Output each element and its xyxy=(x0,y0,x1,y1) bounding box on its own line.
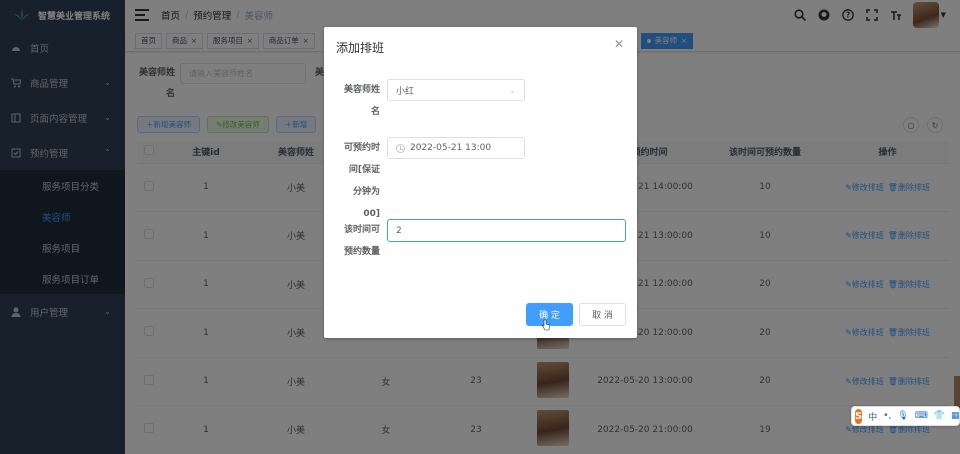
skin-icon[interactable]: 👕 xyxy=(934,411,945,421)
available-time-label: 可预约时间[保证分钟为00] xyxy=(343,143,380,219)
available-count-label: 该时间可预约数量 xyxy=(343,225,380,257)
clock-icon xyxy=(396,143,405,153)
close-icon[interactable]: ✕ xyxy=(614,37,624,51)
ime-mode[interactable]: 中 xyxy=(868,410,877,423)
available-count-input[interactable]: 2 xyxy=(387,219,626,242)
ime-toolbar: S 中 •, 🎙 ⌨ 👕 ▦ xyxy=(851,406,960,426)
toolbox-icon[interactable]: ▦ xyxy=(951,411,960,421)
ime-logo[interactable]: S xyxy=(855,408,863,424)
available-time-picker[interactable]: 2022-05-21 13:00 xyxy=(387,137,525,159)
add-schedule-dialog: 添加排班 ✕ 美容师姓名 小红 ⌄ 可预约时间[保证分钟为00] 2022-05… xyxy=(324,27,637,338)
beautician-select[interactable]: 小红 ⌄ xyxy=(387,79,525,101)
select-value: 小红 xyxy=(396,86,415,97)
chevron-down-icon: ⌄ xyxy=(509,85,516,95)
count-value: 2 xyxy=(396,225,402,236)
hand-cursor-icon xyxy=(542,319,550,331)
beautician-name-label: 美容师姓名 xyxy=(343,85,380,117)
dialog-title: 添加排班 xyxy=(336,41,385,55)
keyboard-icon[interactable]: ⌨ xyxy=(915,411,928,421)
punctuation-icon[interactable]: •, xyxy=(883,411,891,421)
cancel-button[interactable]: 取 消 xyxy=(579,303,626,326)
time-value: 2022-05-21 13:00 xyxy=(410,143,492,153)
microphone-icon[interactable]: 🎙 xyxy=(897,411,908,421)
